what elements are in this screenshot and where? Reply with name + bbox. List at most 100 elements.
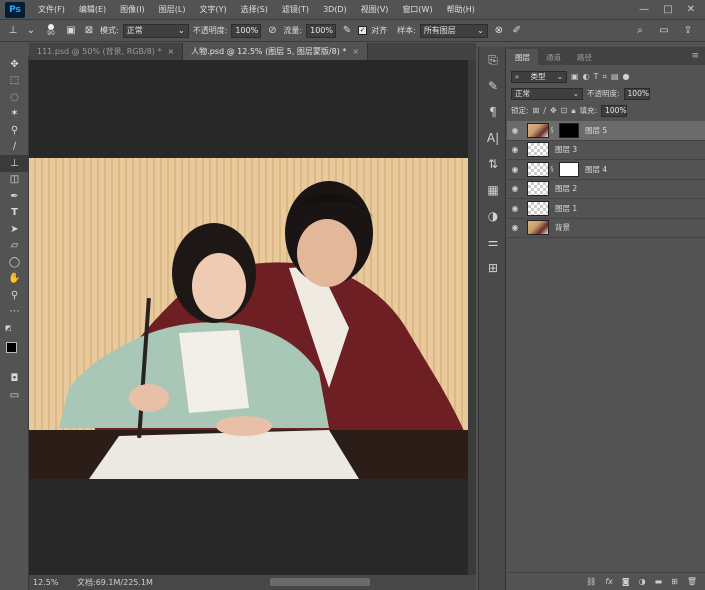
lock-all-icon[interactable]: 🔒︎ bbox=[571, 106, 575, 116]
adjustment-layer-icon[interactable]: ◑ bbox=[639, 577, 646, 586]
default-colors-icon[interactable]: ◩ bbox=[0, 320, 29, 337]
menu-view[interactable]: 视图(V) bbox=[354, 4, 396, 15]
menu-type[interactable]: 文字(Y) bbox=[192, 4, 233, 15]
layer-style-fx-button[interactable]: fx bbox=[605, 577, 613, 586]
horizontal-scrollbar-thumb[interactable] bbox=[270, 578, 370, 586]
airbrush-icon[interactable]: ✎ bbox=[340, 24, 354, 38]
adjustment-filter-icon[interactable]: ◐ bbox=[583, 72, 590, 81]
menu-3d[interactable]: 3D(D) bbox=[316, 5, 354, 14]
fill-input[interactable]: 100% bbox=[601, 104, 628, 117]
eyedropper-tool-icon[interactable]: ⚲ bbox=[0, 122, 29, 139]
quick-mask-icon[interactable]: ◘ bbox=[0, 371, 29, 388]
clone-stamp-tool-icon[interactable]: ⊥ bbox=[0, 155, 29, 172]
layer-opacity-input[interactable]: 100% bbox=[623, 87, 650, 100]
layer-mask-thumbnail[interactable] bbox=[559, 161, 579, 177]
menu-edit[interactable]: 编辑(E) bbox=[72, 4, 113, 15]
close-icon[interactable]: × bbox=[352, 47, 359, 56]
ellipse-tool-icon[interactable]: ◯ bbox=[0, 254, 29, 271]
layer-row-1[interactable]: ◉ 图层 1 bbox=[507, 199, 705, 219]
clone-source-panel-icon[interactable]: ⊠ bbox=[82, 24, 96, 38]
sample-select[interactable]: 所有图层 ⌄ bbox=[419, 23, 488, 38]
filter-toggle-icon[interactable]: ● bbox=[623, 72, 630, 81]
adjustments-icon[interactable]: ◑ bbox=[479, 203, 507, 229]
tab-layers[interactable]: 图层 bbox=[507, 49, 538, 65]
opacity-pressure-icon[interactable]: ⊘ bbox=[265, 24, 279, 38]
brush-preset-picker[interactable]: 90 bbox=[42, 24, 60, 37]
clone-stamp-tool-icon[interactable]: ⊥ bbox=[6, 24, 20, 38]
lock-artboard-icon[interactable]: ⊡ bbox=[561, 106, 568, 115]
panel-menu-icon[interactable]: ≡ bbox=[691, 51, 705, 61]
history-panel-icon[interactable]: ⎘ bbox=[479, 47, 507, 73]
link-icon[interactable]: § bbox=[549, 165, 555, 173]
hand-tool-icon[interactable]: ✋ bbox=[0, 271, 29, 288]
libraries-icon[interactable]: ⊞ bbox=[479, 255, 507, 281]
pressure-size-icon[interactable]: ✐ bbox=[510, 24, 524, 38]
mode-select[interactable]: 正常 ⌄ bbox=[122, 23, 189, 38]
new-layer-icon[interactable]: ⊞ bbox=[671, 577, 678, 586]
tab-paths[interactable]: 路径 bbox=[569, 49, 600, 65]
shape-filter-icon[interactable]: ⌗ bbox=[602, 72, 607, 82]
eraser-tool-icon[interactable]: ◫ bbox=[0, 172, 29, 189]
minimize-button[interactable]: — bbox=[639, 4, 649, 15]
shape-tool-icon[interactable]: ▱ bbox=[0, 238, 29, 255]
clone-source-icon[interactable]: ⇅ bbox=[479, 151, 507, 177]
new-group-icon[interactable]: ▬ bbox=[655, 577, 663, 586]
menu-layer[interactable]: 图层(L) bbox=[152, 4, 193, 15]
foreground-color-swatch[interactable] bbox=[6, 342, 17, 353]
brush-tool-icon[interactable]: ∕ bbox=[0, 139, 29, 156]
tab-111-psd[interactable]: 111.psd @ 50% (背景, RGB/8) * × bbox=[29, 43, 184, 60]
sliders-icon[interactable]: ⚌ bbox=[479, 229, 507, 255]
lock-position-icon[interactable]: ✥ bbox=[550, 106, 557, 115]
zoom-tool-icon[interactable]: ⚲ bbox=[0, 287, 29, 304]
zoom-level[interactable]: 12.5% bbox=[29, 578, 59, 587]
tab-channels[interactable]: 通道 bbox=[538, 49, 569, 65]
lock-pixels-icon[interactable]: ∕ bbox=[543, 106, 546, 115]
layer-row-3[interactable]: ◉ 图层 3 bbox=[507, 141, 705, 160]
blend-mode-select[interactable]: 正常 ⌄ bbox=[511, 87, 583, 100]
pixel-filter-icon[interactable]: ▣ bbox=[571, 72, 579, 81]
brush-settings-icon[interactable]: ✎ bbox=[479, 73, 507, 99]
more-tools-icon[interactable]: ⋯ bbox=[0, 304, 29, 321]
flow-input[interactable]: 100% bbox=[306, 23, 337, 38]
opacity-input[interactable]: 100% bbox=[231, 23, 262, 38]
menu-image[interactable]: 图像(I) bbox=[113, 4, 152, 15]
lock-transparent-icon[interactable]: ⊠ bbox=[533, 106, 540, 115]
layer-row-5[interactable]: ◉ § 图层 5 bbox=[507, 121, 705, 141]
brush-panel-toggle-icon[interactable]: ▣ bbox=[64, 24, 78, 38]
marquee-tool-icon[interactable]: ⬚ bbox=[0, 73, 29, 90]
eye-icon[interactable]: ◉ bbox=[507, 126, 523, 135]
share-icon[interactable]: ⇪ bbox=[681, 24, 695, 38]
eye-icon[interactable]: ◉ bbox=[507, 165, 523, 174]
filter-kind-select[interactable]: ⌕ 类型 ⌄ bbox=[511, 70, 567, 83]
layer-row-background[interactable]: ◉ 背景 bbox=[507, 219, 705, 238]
menu-window[interactable]: 窗口(W) bbox=[395, 4, 439, 15]
eye-icon[interactable]: ◉ bbox=[507, 223, 523, 232]
move-tool-icon[interactable]: ✥ bbox=[0, 56, 29, 73]
workspace-icon[interactable]: ▭ bbox=[657, 24, 671, 38]
menu-help[interactable]: 帮助(H) bbox=[440, 4, 482, 15]
tab-renwu-psd[interactable]: 人物.psd @ 12.5% (图层 5, 图层蒙版/8) * × bbox=[183, 43, 369, 60]
document-photo[interactable] bbox=[29, 158, 468, 479]
trash-icon[interactable]: 🗑︎ bbox=[687, 577, 697, 586]
layer-row-2[interactable]: ◉ 图层 2 bbox=[507, 180, 705, 199]
eye-icon[interactable]: ◉ bbox=[507, 204, 523, 213]
link-layers-icon[interactable]: ⛓︎ bbox=[586, 577, 596, 586]
type-filter-icon[interactable]: T bbox=[594, 72, 599, 81]
add-mask-icon[interactable]: ◙ bbox=[622, 577, 630, 586]
smart-object-filter-icon[interactable]: ▤ bbox=[611, 72, 619, 81]
search-icon[interactable]: ⌕ bbox=[633, 24, 647, 38]
pen-tool-icon[interactable]: ✒ bbox=[0, 188, 29, 205]
menu-select[interactable]: 选择(S) bbox=[234, 4, 275, 15]
ignore-adjustment-layers-icon[interactable]: ⊗ bbox=[492, 24, 506, 38]
align-checkbox[interactable]: ✓ bbox=[358, 26, 368, 35]
layer-row-4[interactable]: ◉ § 图层 4 bbox=[507, 160, 705, 180]
close-icon[interactable]: × bbox=[167, 47, 174, 56]
maximize-button[interactable]: □ bbox=[663, 4, 672, 15]
character-icon[interactable]: A| bbox=[479, 125, 507, 151]
layer-mask-thumbnail[interactable] bbox=[559, 122, 579, 138]
close-window-button[interactable]: ✕ bbox=[687, 4, 695, 15]
menu-filter[interactable]: 滤镜(T) bbox=[275, 4, 316, 15]
lasso-tool-icon[interactable]: ◌ bbox=[0, 89, 29, 106]
magic-wand-tool-icon[interactable]: ✶ bbox=[0, 106, 29, 123]
eye-icon[interactable]: ◉ bbox=[507, 184, 523, 193]
